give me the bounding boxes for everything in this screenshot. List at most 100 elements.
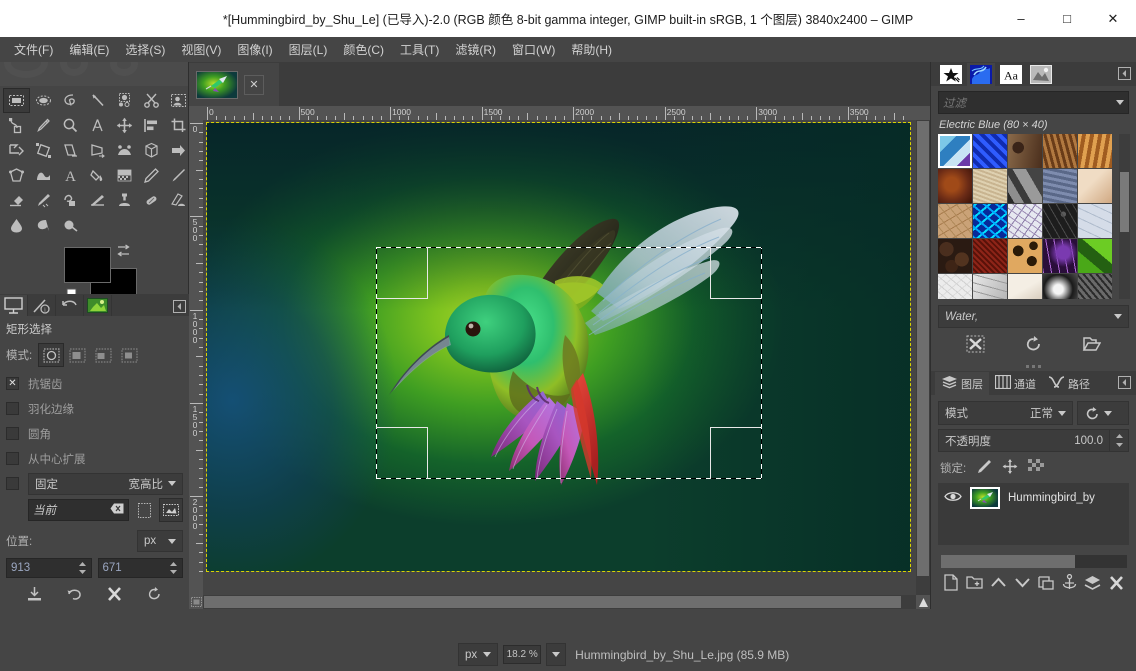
landscape-orientation-button[interactable] xyxy=(159,498,183,522)
canvas-horizontal-scrollbar[interactable] xyxy=(203,595,916,609)
pencil-tool[interactable] xyxy=(138,163,165,188)
pattern-swatch[interactable] xyxy=(1008,239,1042,273)
layer-list[interactable]: Hummingbird_by xyxy=(938,483,1129,545)
duplicate-layer-button[interactable] xyxy=(1038,575,1055,594)
pattern-swatch[interactable] xyxy=(1078,239,1112,273)
text-tool[interactable]: A xyxy=(57,163,84,188)
paintbrush-tool[interactable] xyxy=(165,163,192,188)
delete-pattern-button[interactable] xyxy=(966,335,985,356)
unified-transform-tool[interactable] xyxy=(30,138,57,163)
alignment-tool[interactable] xyxy=(138,113,165,138)
selection-handle-top-right[interactable] xyxy=(710,247,762,299)
pattern-swatch[interactable] xyxy=(1043,134,1077,168)
raise-layer-button[interactable] xyxy=(990,575,1007,593)
feather-edges-checkbox-row[interactable]: 羽化边缘 xyxy=(6,396,183,421)
restore-tool-options-button[interactable] xyxy=(66,586,83,605)
layers-tab-menu-icon[interactable] xyxy=(1118,376,1131,392)
pattern-swatch[interactable] xyxy=(938,239,972,273)
warp-transform-tool[interactable] xyxy=(30,163,57,188)
lower-layer-button[interactable] xyxy=(1014,575,1031,593)
bucket-fill-tool[interactable] xyxy=(84,163,111,188)
layer-list-item[interactable]: Hummingbird_by xyxy=(938,483,1129,513)
free-select-tool[interactable] xyxy=(57,88,84,113)
anchor-layer-button[interactable] xyxy=(1062,573,1077,594)
replace-mode-button[interactable] xyxy=(38,343,65,367)
pattern-swatch[interactable] xyxy=(1043,239,1077,273)
blur-sharpen-tool[interactable] xyxy=(3,213,30,238)
zoom-tool[interactable] xyxy=(57,113,84,138)
portrait-orientation-button[interactable] xyxy=(133,499,155,521)
layer-opacity-slider[interactable]: 不透明度 100.0 xyxy=(938,429,1110,452)
ellipse-select-tool[interactable] xyxy=(30,88,57,113)
pattern-swatch[interactable] xyxy=(938,169,972,203)
pattern-swatch[interactable] xyxy=(1008,204,1042,238)
pattern-filter-input[interactable]: 过滤 xyxy=(938,91,1129,114)
flip-tool[interactable] xyxy=(165,138,192,163)
document-history-tab[interactable] xyxy=(1027,63,1055,86)
color-picker-tool[interactable] xyxy=(30,113,57,138)
pattern-grid[interactable] xyxy=(938,134,1112,299)
canvas-image[interactable] xyxy=(206,122,911,572)
new-layer-button[interactable] xyxy=(943,574,959,594)
feather-edges-checkbox[interactable] xyxy=(6,402,19,415)
pattern-swatch[interactable] xyxy=(938,204,972,238)
canvas-vertical-scrollbar[interactable] xyxy=(916,120,930,595)
spinner-arrows-icon[interactable] xyxy=(77,559,91,577)
merge-down-button[interactable] xyxy=(1084,575,1101,594)
fixed-aspect-row[interactable]: 固定 宽高比 xyxy=(6,471,183,496)
position-y-input[interactable]: 671 xyxy=(97,558,183,578)
pattern-grid-scrollbar[interactable] xyxy=(1119,134,1130,299)
pattern-set-dropdown[interactable]: Water, xyxy=(938,305,1129,328)
pattern-swatch[interactable] xyxy=(938,134,972,168)
pattern-swatch[interactable] xyxy=(973,274,1007,299)
statusbar-unit-dropdown[interactable]: px xyxy=(458,643,499,666)
pattern-swatch[interactable] xyxy=(1043,204,1077,238)
menu-view[interactable]: 视图(V) xyxy=(173,38,229,61)
handle-transform-tool[interactable] xyxy=(111,138,138,163)
clear-icon[interactable] xyxy=(110,503,124,517)
patterns-tab-menu-icon[interactable] xyxy=(1118,67,1131,83)
rectangle-selection[interactable] xyxy=(376,247,762,479)
tab-layers[interactable]: 图层 xyxy=(935,372,989,395)
dock-splitter-handle[interactable] xyxy=(931,362,1136,371)
pattern-swatch[interactable] xyxy=(973,239,1007,273)
rounded-corners-checkbox-row[interactable]: 圆角 xyxy=(6,421,183,446)
quick-mask-toggle-button[interactable] xyxy=(189,595,203,609)
lock-position-button[interactable] xyxy=(1002,459,1018,477)
fonts-tab[interactable]: Aa xyxy=(997,63,1025,86)
menu-image[interactable]: 图像(I) xyxy=(229,38,280,61)
menu-filters[interactable]: 滤镜(R) xyxy=(447,38,504,61)
pattern-swatch[interactable] xyxy=(1078,204,1112,238)
swap-colors-icon[interactable] xyxy=(116,244,132,261)
layer-mode-dropdown[interactable]: 模式 正常 xyxy=(938,401,1073,425)
toolbox-tab[interactable] xyxy=(0,295,28,316)
intersect-mode-button[interactable] xyxy=(116,343,142,367)
dodge-burn-tool[interactable] xyxy=(57,213,84,238)
menu-layer[interactable]: 图层(L) xyxy=(281,38,336,61)
expand-from-center-checkbox[interactable] xyxy=(6,452,19,465)
rectangle-select-tool[interactable] xyxy=(3,88,30,113)
maximize-button[interactable]: □ xyxy=(1044,0,1090,37)
open-pattern-as-image-button[interactable] xyxy=(1082,335,1101,356)
rotate-tool[interactable] xyxy=(3,138,30,163)
lock-pixels-button[interactable] xyxy=(976,459,992,477)
images-tab[interactable] xyxy=(84,295,112,316)
pattern-swatch[interactable] xyxy=(1008,169,1042,203)
canvas-area[interactable] xyxy=(203,120,916,595)
cage-transform-tool[interactable] xyxy=(3,163,30,188)
menu-edit[interactable]: 编辑(E) xyxy=(61,38,117,61)
pattern-swatch[interactable] xyxy=(1078,169,1112,203)
selection-handle-top-left[interactable] xyxy=(376,247,428,299)
paths-tool[interactable] xyxy=(3,113,30,138)
opacity-spinner-arrows-icon[interactable] xyxy=(1110,429,1129,452)
refresh-patterns-button[interactable] xyxy=(1024,335,1043,356)
patterns-tab[interactable] xyxy=(967,63,995,86)
menu-tools[interactable]: 工具(T) xyxy=(392,38,447,61)
heal-tool[interactable] xyxy=(138,188,165,213)
mypaint-brush-tool[interactable] xyxy=(84,188,111,213)
antialias-checkbox-row[interactable]: ✕ 抗锯齿 xyxy=(6,371,183,396)
close-image-tab-icon[interactable]: ✕ xyxy=(244,74,264,95)
pattern-swatch[interactable] xyxy=(973,169,1007,203)
measure-tool[interactable] xyxy=(84,113,111,138)
toolbox-tab-menu-icon[interactable] xyxy=(169,296,189,316)
